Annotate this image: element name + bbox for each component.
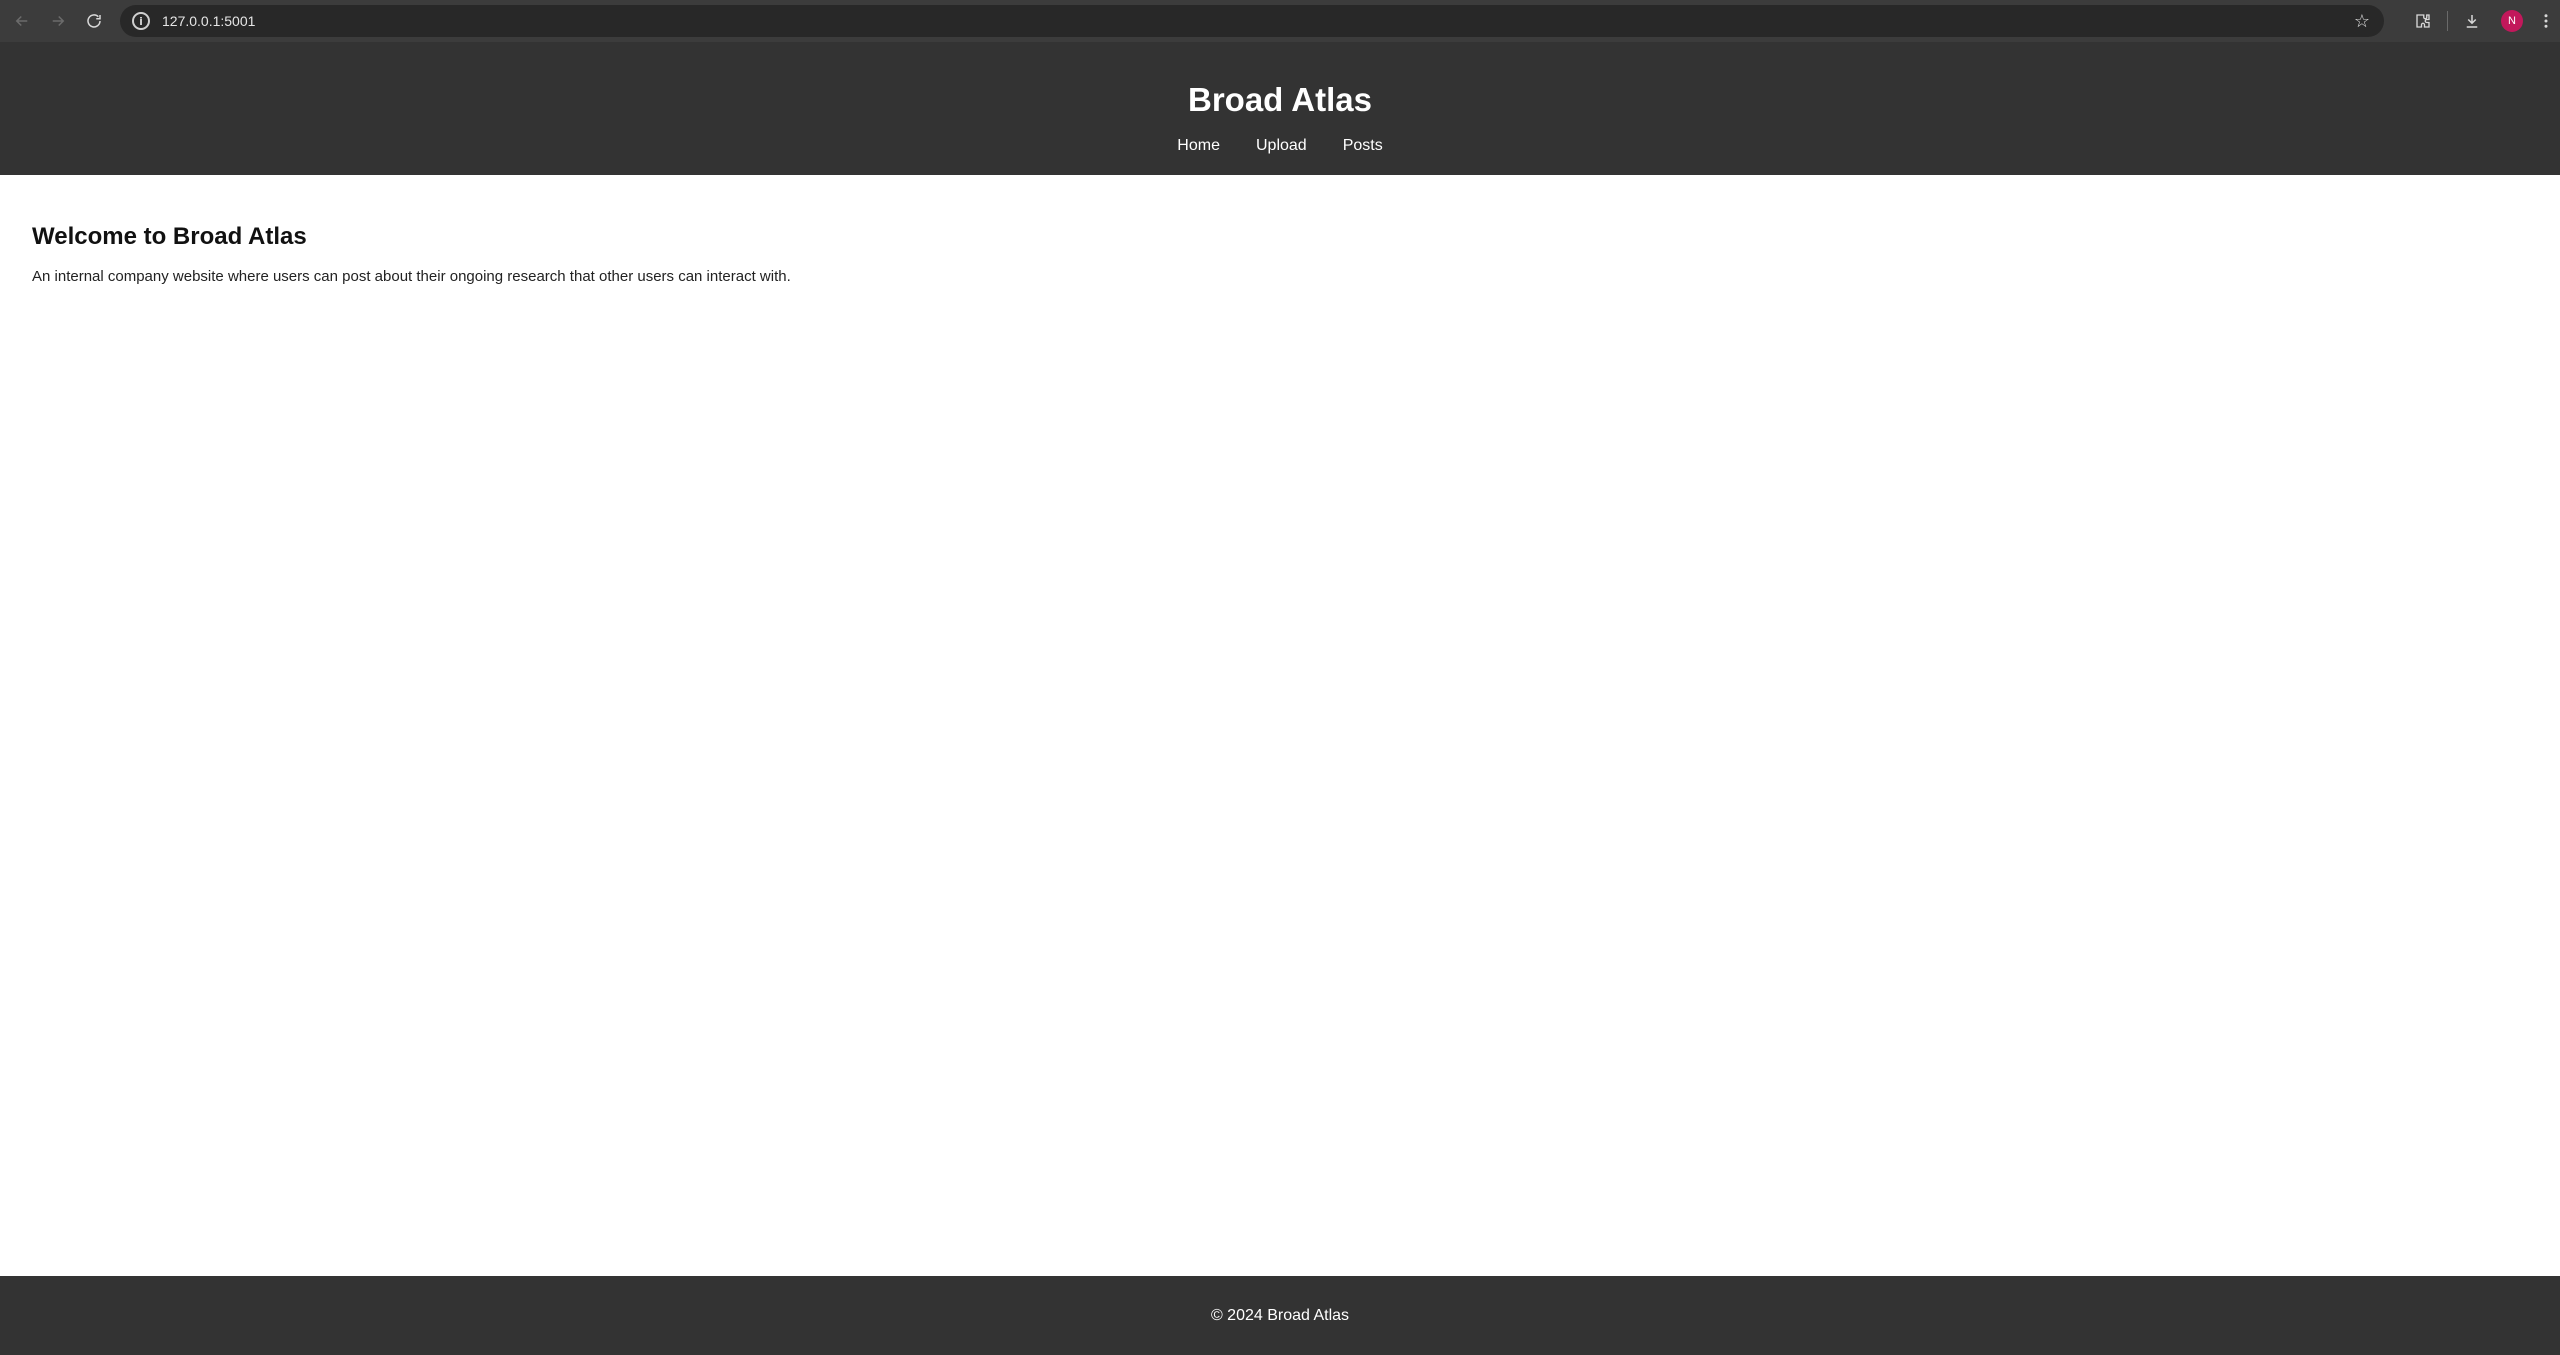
footer-copyright: © 2024 Broad Atlas [1210,1306,1350,1324]
site-title: Broad Atlas [1188,81,1372,118]
back-arrow-icon[interactable] [8,7,36,35]
forward-arrow-icon[interactable] [44,7,72,35]
puzzle-icon[interactable] [2403,0,2443,42]
site-nav: Home Upload Posts [0,136,2560,156]
url-text[interactable]: 127.0.0.1:5001 [162,13,255,29]
browser-actions: N [2403,0,2560,42]
star-icon[interactable]: ☆ [2354,11,2370,31]
download-icon[interactable] [2452,0,2492,42]
toolbar-divider [2447,11,2448,31]
avatar[interactable]: N [2501,10,2523,32]
page-title: Welcome to Broad Atlas [32,223,307,250]
kebab-menu-icon[interactable] [2532,0,2560,42]
info-icon[interactable]: i [132,12,150,30]
main-content: Welcome to Broad Atlas An internal compa… [32,222,2528,287]
browser-toolbar: i 127.0.0.1:5001 ☆ N [0,0,2560,42]
page-description: An internal company website where users … [32,268,791,285]
site-header: Broad Atlas Home Upload Posts [0,42,2560,175]
nav-link-posts[interactable]: Posts [1343,136,1383,156]
reload-icon[interactable] [80,7,108,35]
address-bar[interactable]: i 127.0.0.1:5001 ☆ [120,5,2384,37]
site-footer: © 2024 Broad Atlas [0,1276,2560,1355]
nav-link-upload[interactable]: Upload [1256,136,1307,156]
nav-link-home[interactable]: Home [1177,136,1220,156]
